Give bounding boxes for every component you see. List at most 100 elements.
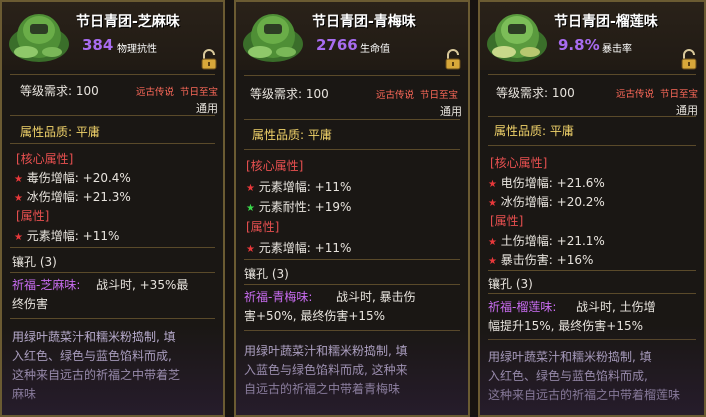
core-attributes-header: [核心属性] — [16, 152, 74, 166]
star-icon: ★ — [488, 198, 497, 209]
divider — [10, 247, 215, 248]
level-requirement: 等级需求: 100 — [20, 84, 99, 98]
socket-count: 镶孔 (3) — [244, 267, 289, 281]
attribute-text: 暴击伤害: +16% — [500, 253, 594, 267]
blessing-effect-line: 终伤害 — [12, 297, 49, 311]
attribute-row: ★ 土伤增幅: +21.1% — [488, 232, 605, 249]
divider — [10, 318, 215, 319]
main-stat-value: 2766 — [316, 36, 358, 54]
tag-usage: 通用 — [440, 105, 462, 118]
star-icon: ★ — [488, 179, 497, 190]
core-stat-text: 元素增幅: +11% — [258, 180, 352, 194]
description-line: 用绿叶蔬菜汁和糯米粉捣制, 填 — [244, 344, 408, 358]
lock-icon[interactable] — [198, 49, 220, 71]
divider — [488, 270, 696, 271]
tag-category: 节日至宝 — [660, 89, 699, 100]
main-stat-value: 9.8% — [558, 36, 600, 54]
item-title: 节日青团-青梅味 — [312, 14, 416, 30]
item-tooltip-card: 节日青团-青梅味 2766 生命值 等级需求: 100 远古传说 节日至宝 通用… — [234, 0, 470, 417]
tag-category: 节日至宝 — [180, 87, 219, 98]
tag-category: 节日至宝 — [420, 90, 459, 101]
divider — [10, 143, 215, 144]
main-stat-label: 生命值 — [360, 44, 390, 55]
divider — [244, 149, 460, 150]
lock-icon[interactable] — [442, 49, 464, 71]
tag-origin: 远古传说 — [136, 87, 175, 98]
star-icon: ★ — [488, 256, 497, 267]
description-line: 这种来自远古的祈福之中带着榴莲味 — [488, 388, 681, 402]
blessing-name: 祈福-青梅味: — [244, 290, 313, 304]
attributes-header: [属性] — [490, 214, 524, 228]
core-stat-text: 冰伤增幅: +21.3% — [26, 190, 131, 204]
attribute-row: ★ 暴击伤害: +16% — [488, 251, 593, 268]
item-description: 用绿叶蔬菜汁和糯米粉捣制, 填 入红色、绿色与蓝色馅料而成, 这种来自远古的祈福… — [12, 328, 180, 404]
attributes-header: [属性] — [246, 220, 280, 234]
attribute-text: 土伤增幅: +21.1% — [500, 234, 605, 248]
main-stat-label: 暴击率 — [602, 44, 632, 55]
core-stat-row: ★ 电伤增幅: +21.6% — [488, 174, 605, 191]
socket-count: 镶孔 (3) — [488, 277, 533, 291]
tag-usage: 通用 — [196, 102, 218, 115]
blessing-effect-line: 战斗时, 土伤增 — [576, 300, 656, 314]
level-requirement: 等级需求: 100 — [250, 87, 329, 101]
core-stat-text: 冰伤增幅: +20.2% — [500, 195, 605, 209]
core-stat-row: ★ 元素增幅: +11% — [246, 178, 351, 195]
core-stat-row: ★ 元素耐性: +19% — [246, 198, 351, 215]
main-stat-value: 384 — [82, 36, 114, 54]
tag-origin: 远古传说 — [616, 89, 655, 100]
green-rice-cake-icon — [9, 14, 69, 62]
description-line: 用绿叶蔬菜汁和糯米粉捣制, 填 — [488, 350, 652, 364]
star-icon: ★ — [246, 203, 255, 214]
attribute-quality: 属性品质: 平庸 — [20, 125, 100, 139]
core-attributes-header: [核心属性] — [246, 159, 304, 173]
attribute-text: 元素增幅: +11% — [258, 241, 352, 255]
blessing-name: 祈福-榴莲味: — [488, 300, 557, 314]
divider — [488, 293, 696, 294]
divider — [488, 339, 696, 340]
green-rice-cake-icon — [243, 14, 303, 62]
divider — [244, 75, 460, 76]
lock-icon[interactable] — [678, 49, 700, 71]
star-icon: ★ — [488, 237, 497, 248]
star-icon: ★ — [246, 183, 255, 194]
attribute-quality: 属性品质: 平庸 — [494, 124, 574, 138]
core-stat-text: 元素耐性: +19% — [258, 200, 352, 214]
main-stat-label: 物理抗性 — [117, 44, 157, 55]
divider — [244, 259, 460, 260]
star-icon: ★ — [14, 232, 23, 243]
description-line: 自远古的祈福之中带着青梅味 — [244, 382, 401, 396]
item-description: 用绿叶蔬菜汁和糯米粉捣制, 填 入红色、绿色与蓝色馅料而成, 这种来自远古的祈福… — [488, 348, 680, 405]
item-description: 用绿叶蔬菜汁和糯米粉捣制, 填 入蓝色与绿色馅料而成, 这种来 自远古的祈福之中… — [244, 342, 408, 399]
green-rice-cake-icon — [487, 14, 547, 62]
star-icon: ★ — [246, 244, 255, 255]
core-stat-text: 电伤增幅: +21.6% — [500, 176, 605, 190]
star-icon: ★ — [14, 193, 23, 204]
item-tooltip-card: 节日青团-榴莲味 9.8% 暴击率 等级需求: 100 远古传说 节日至宝 通用… — [478, 0, 706, 417]
core-attributes-header: [核心属性] — [490, 156, 548, 170]
core-stat-row: ★ 毒伤增幅: +20.4% — [14, 169, 131, 186]
item-title: 节日青团-芝麻味 — [76, 14, 180, 30]
core-stat-row: ★ 冰伤增幅: +20.2% — [488, 193, 605, 210]
star-icon: ★ — [14, 174, 23, 185]
core-stat-text: 毒伤增幅: +20.4% — [26, 171, 131, 185]
level-requirement: 等级需求: 100 — [496, 86, 575, 100]
core-stat-row: ★ 冰伤增幅: +21.3% — [14, 188, 131, 205]
socket-count: 镶孔 (3) — [12, 255, 57, 269]
description-line: 这种来自远古的祈福之中带着芝 — [12, 368, 181, 382]
divider — [10, 272, 215, 273]
divider — [488, 145, 696, 146]
divider — [10, 74, 215, 75]
divider — [244, 119, 460, 120]
divider — [488, 116, 696, 117]
description-line: 入红色、绿色与蓝色馅料而成, — [12, 349, 172, 363]
blessing-name: 祈福-芝麻味: — [12, 278, 81, 292]
description-line: 麻味 — [12, 387, 37, 401]
attribute-row: ★ 元素增幅: +11% — [246, 239, 351, 256]
blessing-effect-line: 幅提升15%, 最终伤害+15% — [488, 319, 644, 333]
description-line: 用绿叶蔬菜汁和糯米粉捣制, 填 — [12, 330, 176, 344]
item-tooltip-card: 节日青团-芝麻味 384 物理抗性 等级需求: 100 远古传说 节日至宝 通用… — [0, 0, 225, 417]
blessing-effect-line: 战斗时, +35%最 — [96, 278, 189, 292]
attribute-row: ★ 元素增幅: +11% — [14, 227, 119, 244]
divider — [244, 330, 460, 331]
tag-origin: 远古传说 — [376, 90, 415, 101]
